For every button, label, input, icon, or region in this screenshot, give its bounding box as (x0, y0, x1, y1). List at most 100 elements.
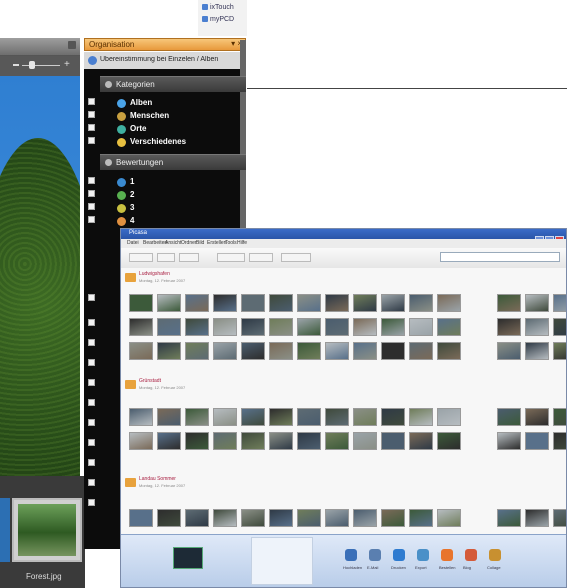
photo-thumbnail[interactable] (241, 432, 265, 450)
photo-thumbnail[interactable] (353, 509, 377, 527)
photo-thumbnail[interactable] (553, 408, 566, 426)
menu-item[interactable]: Bearbeiten (143, 240, 167, 246)
zoom-knob[interactable] (29, 61, 35, 69)
photo-thumbnail[interactable] (157, 342, 181, 360)
photo-thumbnail[interactable] (525, 294, 549, 312)
checkbox[interactable] (88, 379, 95, 386)
photo-thumbnail[interactable] (297, 408, 321, 426)
selection-tray[interactable] (251, 537, 313, 585)
section-categories[interactable]: Kategorien (100, 76, 246, 92)
photo-thumbnail[interactable] (409, 509, 433, 527)
photo-thumbnail[interactable] (213, 509, 237, 527)
photo-thumbnail[interactable] (269, 509, 293, 527)
photo-thumbnail[interactable] (157, 408, 181, 426)
photo-thumbnail[interactable] (381, 432, 405, 450)
photo-thumbnail[interactable] (325, 318, 349, 336)
menu-item[interactable]: Ordner (181, 240, 197, 246)
photo-thumbnail[interactable] (525, 318, 549, 336)
photo-thumbnail[interactable] (437, 318, 461, 336)
checkbox[interactable] (88, 399, 95, 406)
action-icon[interactable] (417, 549, 429, 561)
toolbar-button[interactable] (129, 253, 153, 262)
photo-thumbnail[interactable] (381, 509, 405, 527)
checkbox[interactable] (88, 319, 95, 326)
checkbox[interactable] (88, 459, 95, 466)
photo-thumbnail[interactable] (353, 432, 377, 450)
collapse-icon[interactable] (105, 81, 112, 88)
photo-thumbnail[interactable] (381, 294, 405, 312)
photo-thumbnail[interactable] (553, 294, 566, 312)
zoom-track[interactable] (22, 65, 60, 66)
checkbox[interactable] (88, 124, 95, 131)
checkbox[interactable] (88, 339, 95, 346)
organisation-tab[interactable]: Übereinstimmung bei Einzelen / Alben (84, 52, 246, 70)
photo-thumbnail[interactable] (269, 342, 293, 360)
photo-thumbnail[interactable] (553, 342, 566, 360)
photo-thumbnail[interactable] (325, 509, 349, 527)
photo-thumbnail[interactable] (129, 318, 153, 336)
photo-thumbnail[interactable] (381, 408, 405, 426)
photo-thumbnail[interactable] (129, 432, 153, 450)
action-icon[interactable] (345, 549, 357, 561)
photo-thumbnail[interactable] (129, 294, 153, 312)
action-icon[interactable] (465, 549, 477, 561)
menu-item[interactable]: Datei (127, 240, 139, 246)
checkbox[interactable] (88, 419, 95, 426)
photo-thumbnail[interactable] (437, 432, 461, 450)
action-icon[interactable] (393, 549, 405, 561)
photo-thumbnail[interactable] (185, 408, 209, 426)
photo-thumbnail[interactable] (437, 408, 461, 426)
photo-thumbnail[interactable] (241, 342, 265, 360)
filmstrip-scroll[interactable] (0, 498, 10, 562)
photo-thumbnail[interactable] (241, 408, 265, 426)
photo-thumbnail[interactable] (129, 408, 153, 426)
photo-thumbnail[interactable] (241, 318, 265, 336)
photo-thumbnail[interactable] (437, 342, 461, 360)
mypcd-link[interactable]: myPCD (202, 16, 234, 23)
photo-thumbnail[interactable] (185, 509, 209, 527)
checkbox[interactable] (88, 190, 95, 197)
photo-thumbnail[interactable] (437, 509, 461, 527)
photo-thumbnail[interactable] (241, 294, 265, 312)
photo-thumbnail[interactable] (185, 432, 209, 450)
photo-thumbnail[interactable] (157, 294, 181, 312)
toolbar-button[interactable] (157, 253, 175, 262)
photo-thumbnail[interactable] (497, 408, 521, 426)
photo-thumbnail[interactable] (325, 432, 349, 450)
checkbox[interactable] (88, 479, 95, 486)
collapse-icon[interactable] (105, 159, 112, 166)
photo-thumbnail[interactable] (129, 509, 153, 527)
photo-thumbnail[interactable] (525, 432, 549, 450)
photo-thumbnail[interactable] (353, 294, 377, 312)
zoom-slider[interactable]: + (0, 56, 80, 76)
photo-thumbnail[interactable] (213, 342, 237, 360)
photo-thumbnail[interactable] (497, 509, 521, 527)
title-bar[interactable]: Picasa (121, 229, 566, 243)
photo-thumbnail[interactable] (409, 432, 433, 450)
checkbox[interactable] (88, 177, 95, 184)
zoom-out-icon[interactable] (13, 64, 19, 66)
photo-thumbnail[interactable] (525, 408, 549, 426)
photo-thumbnail[interactable] (353, 408, 377, 426)
action-icon[interactable] (369, 549, 381, 561)
photo-thumbnail[interactable] (325, 294, 349, 312)
photo-thumbnail[interactable] (269, 294, 293, 312)
menu-item[interactable]: Ansicht (165, 240, 181, 246)
checkbox[interactable] (88, 439, 95, 446)
toolbar-button[interactable] (281, 253, 311, 262)
checkbox[interactable] (88, 98, 95, 105)
checkbox[interactable] (88, 203, 95, 210)
photo-thumbnail[interactable] (553, 509, 566, 527)
photo-thumbnail[interactable] (213, 432, 237, 450)
photo-thumbnail[interactable] (297, 432, 321, 450)
photo-thumbnail[interactable] (409, 342, 433, 360)
menu-item[interactable]: Tools (225, 240, 237, 246)
checkbox[interactable] (88, 359, 95, 366)
photo-thumbnail[interactable] (157, 509, 181, 527)
photo-thumbnail[interactable] (381, 318, 405, 336)
photo-thumbnail[interactable] (157, 432, 181, 450)
photo-thumbnail[interactable] (129, 342, 153, 360)
photo-thumbnail[interactable] (553, 318, 566, 336)
action-icon[interactable] (489, 549, 501, 561)
photo-thumbnail[interactable] (525, 509, 549, 527)
